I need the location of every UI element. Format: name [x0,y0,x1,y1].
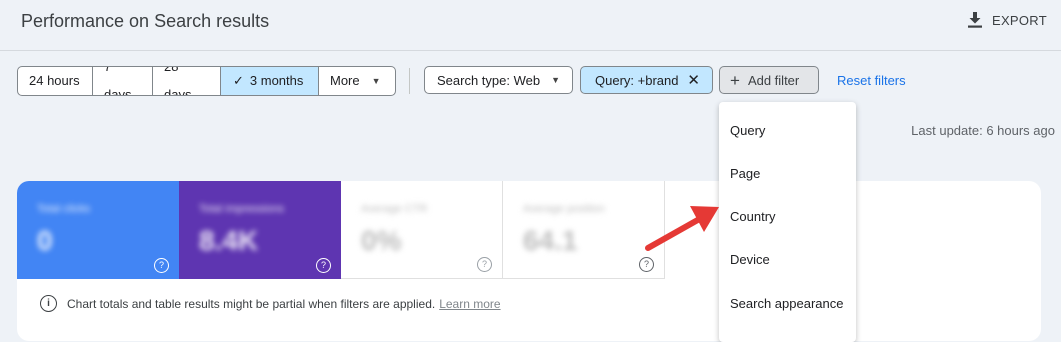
more-dates-button[interactable]: More ▼ [319,67,395,95]
date-28-days-button[interactable]: 28 days [153,67,221,95]
close-icon[interactable]: ✕ [687,71,700,89]
help-icon[interactable]: ? [477,257,492,272]
learn-more-link[interactable]: Learn more [439,297,500,311]
metric-value: 64.1 [523,225,578,256]
date-option-label: 7 days [104,66,132,96]
info-icon: i [40,295,57,312]
last-update-text: Last update: 6 hours ago [911,123,1055,138]
more-label: More [330,73,360,88]
menu-item-search-appearance[interactable]: Search appearance [730,296,843,311]
menu-item-page[interactable]: Page [730,166,760,181]
metric-average-position[interactable]: Average position 64.1 ? [503,181,665,279]
metric-label: Average position [523,203,605,215]
menu-item-device[interactable]: Device [730,252,770,267]
performance-card: Total clicks 0 ? Total impressions 8.4K … [17,181,1041,341]
add-filter-menu: Query Page Country Device Search appeara… [719,102,856,342]
page-header: Performance on Search results EXPORT [0,0,1061,51]
divider [409,68,410,94]
search-type-filter[interactable]: Search type: Web ▼ [424,66,573,94]
date-option-label: 24 hours [29,73,80,88]
metric-value: 0% [361,225,402,256]
export-button[interactable]: EXPORT [967,12,1047,28]
date-option-label: 3 months [249,73,304,88]
metric-value: 8.4K [199,225,259,256]
date-24-hours-button[interactable]: 24 hours [18,67,93,95]
metric-label: Average CTR [361,203,428,215]
check-icon: ✓ [233,73,244,88]
menu-item-country[interactable]: Country [730,209,776,224]
query-filter-label: Query: +brand [595,72,679,88]
metric-total-clicks[interactable]: Total clicks 0 ? [17,181,179,279]
date-range-selector: 24 hours 7 days 28 days ✓ 3 months More … [17,66,396,96]
notice-text: Chart totals and table results might be … [67,296,436,311]
reset-filters-link[interactable]: Reset filters [837,73,906,88]
date-option-label: 28 days [164,66,192,96]
date-7-days-button[interactable]: 7 days [93,67,153,95]
add-filter-button[interactable]: + Add filter [719,66,819,94]
help-icon[interactable]: ? [316,258,331,273]
help-icon[interactable]: ? [639,257,654,272]
metric-average-ctr[interactable]: Average CTR 0% ? [341,181,503,279]
metric-label: Total impressions [199,203,284,215]
download-icon [967,12,982,28]
page-title: Performance on Search results [21,11,270,31]
search-type-label: Search type: Web [437,72,541,88]
metric-total-impressions[interactable]: Total impressions 8.4K ? [179,181,341,279]
plus-icon: + [730,70,740,90]
export-label: EXPORT [991,12,1047,28]
query-filter-chip[interactable]: Query: +brand ✕ [580,66,713,94]
metric-value: 0 [37,225,53,256]
menu-item-query[interactable]: Query [730,123,765,138]
metric-label: Total clicks [37,203,91,215]
partial-results-notice: i Chart totals and table results might b… [40,295,501,312]
add-filter-label: Add filter [747,72,800,88]
help-icon[interactable]: ? [154,258,169,273]
caret-down-icon: ▼ [371,76,381,86]
caret-down-icon: ▼ [551,75,560,85]
date-3-months-button[interactable]: ✓ 3 months [221,67,319,95]
